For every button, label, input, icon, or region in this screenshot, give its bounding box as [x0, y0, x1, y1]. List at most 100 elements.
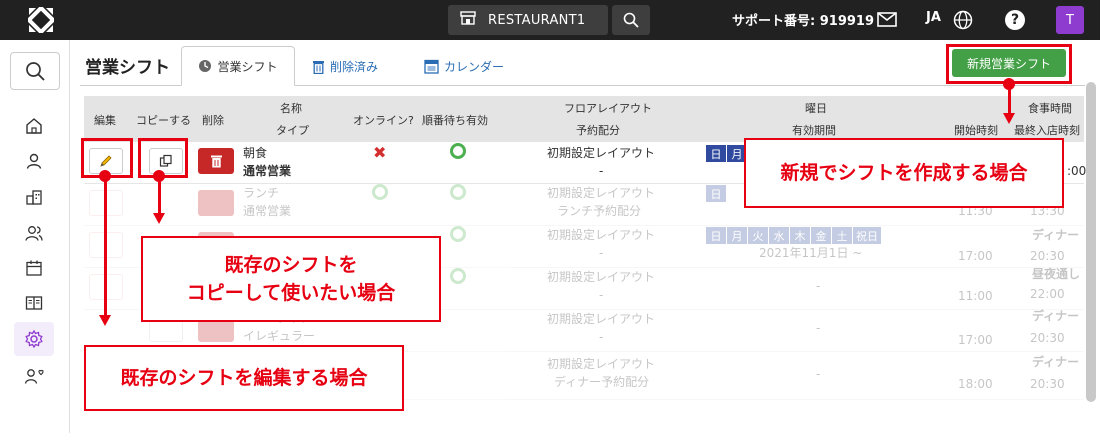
table-header: 編集 コピーする 削除 名称 タイプ オンライン? 順番待ち有効 フロアレイアウ…: [84, 96, 1084, 142]
meal-type: ディナー: [1032, 228, 1080, 242]
valid-period: -: [816, 321, 821, 335]
tab-deleted[interactable]: 削除済み: [312, 46, 378, 86]
user-icon[interactable]: [22, 149, 46, 173]
floor-layout: 初期設定レイアウト: [547, 270, 656, 284]
last-entry-time: 20:30: [1030, 249, 1065, 263]
mail-icon[interactable]: [877, 12, 897, 30]
header-copy: コピーする: [136, 114, 191, 127]
valid-period: -: [816, 279, 821, 293]
connector-arrow: [153, 213, 165, 224]
shift-name: 朝食: [243, 146, 268, 160]
header-online: オンライン?: [353, 114, 414, 127]
day-badge: 木: [790, 227, 810, 244]
top-bar: RESTAURANT1 サポート番号: 919919 JA ? T: [0, 0, 1100, 40]
globe-icon[interactable]: [953, 10, 973, 33]
store-name: RESTAURANT1: [488, 12, 586, 28]
app-logo-icon[interactable]: [26, 5, 56, 35]
queue-enabled-icon: [450, 143, 466, 159]
callout-copy-line1: 既存のシフトを: [224, 254, 358, 276]
vertical-scrollbar[interactable]: [1086, 82, 1096, 402]
shift-type: イレギュラー: [243, 329, 316, 343]
shift-name: ランチ: [243, 186, 280, 200]
last-entry-time: :00: [1067, 164, 1087, 178]
header-delete: 削除: [202, 114, 224, 127]
reservation-allocation: -: [599, 164, 604, 178]
weekday-badges: 日: [706, 185, 726, 202]
home-icon[interactable]: [22, 114, 46, 138]
building-icon[interactable]: [22, 185, 46, 209]
tab-calendar[interactable]: カレンダー: [424, 46, 504, 86]
weekday-badges: 日 月 火 水 木 金 土 祝日: [706, 227, 881, 244]
store-selector[interactable]: RESTAURANT1: [448, 5, 608, 35]
day-badge: 月: [727, 227, 747, 244]
meal-type: 昼夜通し: [1032, 267, 1081, 281]
header-last-entry: 最終入店時刻: [1014, 124, 1080, 137]
book-icon[interactable]: [22, 291, 46, 315]
search-button[interactable]: [612, 5, 650, 35]
start-time: 17:00: [958, 333, 993, 347]
store-icon: [460, 11, 476, 29]
callout-copy-line2: コピーして使いたい場合: [186, 282, 396, 304]
day-badge: 土: [832, 227, 852, 244]
header-reservation: 予約配分: [576, 124, 620, 137]
start-time: 18:00: [958, 377, 993, 391]
day-badge: 火: [748, 227, 768, 244]
calendar-icon: [424, 59, 439, 74]
day-badge: 祝日: [853, 227, 881, 244]
online-cross-icon: ✖: [373, 143, 387, 162]
floor-layout: 初期設定レイアウト: [547, 357, 656, 371]
floor-layout: 初期設定レイアウト: [547, 186, 656, 200]
valid-period: -: [816, 367, 821, 381]
day-badge: 水: [769, 227, 789, 244]
clock-icon: [199, 60, 212, 72]
header-start: 開始時刻: [954, 124, 998, 137]
callout-edit-shift: 既存のシフトを編集する場合: [84, 345, 404, 411]
header-edit: 編集: [94, 114, 116, 127]
header-meal: 食事時間: [1028, 102, 1072, 115]
start-time: 17:00: [958, 249, 993, 263]
queue-enabled-icon: [450, 184, 466, 200]
delete-button[interactable]: [198, 148, 234, 174]
trash-icon: [210, 155, 222, 168]
meal-type: ディナー: [1032, 355, 1080, 369]
language-label[interactable]: JA: [926, 10, 941, 25]
user-heart-icon[interactable]: [22, 364, 46, 388]
header-name: 名称: [280, 102, 302, 115]
header-period: 有効期間: [792, 124, 836, 137]
floor-layout: 初期設定レイアウト: [547, 228, 656, 242]
search-icon: [623, 12, 639, 28]
connector-line: [104, 176, 107, 316]
connector-arrow: [1003, 113, 1015, 124]
last-entry-time: 20:30: [1030, 331, 1065, 345]
tab-shifts-label: 営業シフト: [217, 59, 278, 74]
day-badge: 日: [706, 185, 726, 202]
calendar-icon[interactable]: [22, 256, 46, 280]
reservation-allocation: ランチ予約配分: [557, 204, 642, 218]
trash-icon: [313, 60, 324, 74]
day-badge: 日: [706, 227, 726, 244]
connector-line: [158, 176, 161, 214]
meal-type: ディナー: [1032, 309, 1080, 323]
page-title: 営業シフト: [85, 58, 170, 78]
users-icon[interactable]: [22, 221, 46, 245]
settings-gear-icon[interactable]: [14, 322, 54, 356]
header-floor-layout: フロアレイアウト: [564, 102, 652, 115]
queue-enabled-icon: [450, 226, 466, 242]
valid-period: 2021年11月1日 ~: [759, 246, 863, 260]
shift-type: 通常営業: [243, 204, 292, 218]
callout-new-shift: 新規でシフトを作成する場合: [744, 138, 1064, 208]
reservation-allocation: -: [599, 288, 604, 302]
reservation-allocation: ディナー予約配分: [554, 375, 650, 389]
tab-deleted-label: 削除済み: [330, 59, 379, 74]
delete-button[interactable]: [198, 190, 234, 216]
sidebar-search-button[interactable]: [10, 52, 60, 90]
help-icon[interactable]: ?: [1005, 10, 1025, 30]
shift-type: 通常営業: [243, 164, 292, 178]
reservation-allocation: -: [599, 246, 604, 260]
header-queue: 順番待ち有効: [422, 114, 488, 127]
reservation-allocation: -: [599, 330, 604, 344]
online-enabled-icon: [372, 184, 388, 200]
tab-shifts[interactable]: 営業シフト: [181, 46, 295, 86]
user-avatar[interactable]: T: [1056, 6, 1084, 34]
weekday-badges: 日 月: [706, 145, 747, 162]
